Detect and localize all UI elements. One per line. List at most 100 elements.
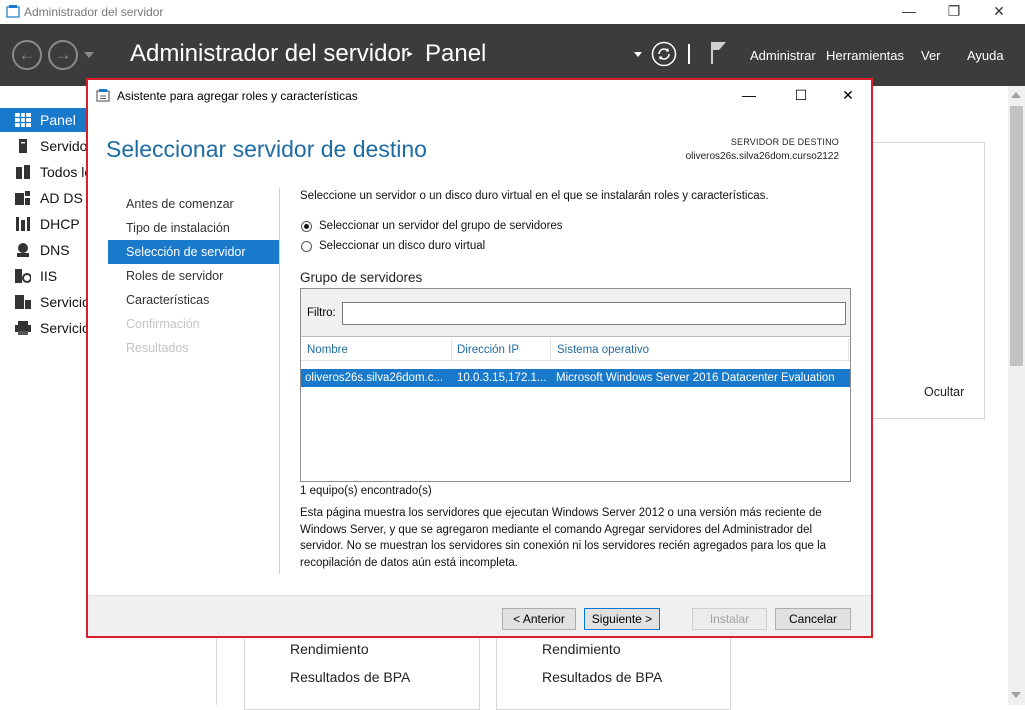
tile-left-rendimiento[interactable]: Rendimiento — [290, 641, 369, 657]
dns-icon — [17, 243, 29, 257]
scrollbar-thumb[interactable] — [1010, 106, 1023, 366]
minimize-icon: — — [742, 87, 756, 103]
step-antes-de-comenzar[interactable]: Antes de comenzar — [108, 192, 279, 216]
radio-virtual-disk-label[interactable]: Seleccionar un disco duro virtual — [319, 240, 485, 252]
tile-right-rendimiento[interactable]: Rendimiento — [542, 641, 621, 657]
column-separator[interactable] — [451, 339, 452, 361]
grid-column-headers: Nombre Dirección IP Sistema operativo — [301, 339, 850, 361]
tiles-divider — [216, 638, 217, 705]
sidebar-item-todos-servidores[interactable]: Todos los servidores — [0, 160, 168, 184]
servers-icon — [16, 165, 30, 179]
header-divider — [688, 44, 690, 64]
column-separator — [848, 339, 849, 361]
forward-button[interactable]: → — [48, 40, 78, 70]
dhcp-icon — [16, 217, 30, 231]
step-tipo-instalacion[interactable]: Tipo de instalación — [108, 216, 279, 240]
destination-server-value: oliveros26s.silva26dom.curso2122 — [685, 151, 839, 162]
breadcrumb-location[interactable]: Panel — [425, 40, 486, 68]
cell-server-name: oliveros26s.silva26dom.c... — [305, 372, 444, 384]
column-header-ip[interactable]: Dirección IP — [457, 344, 519, 356]
forward-icon: → — [54, 45, 72, 64]
breadcrumb-separator-icon: ‣ — [405, 47, 415, 64]
server-manager-app-icon — [6, 5, 20, 18]
filter-label: Filtro: — [307, 307, 336, 319]
table-row[interactable]: oliveros26s.silva26dom.c... 10.0.3.15,17… — [301, 369, 850, 387]
cell-operating-system: Microsoft Windows Server 2016 Datacenter… — [556, 372, 835, 384]
menu-ayuda[interactable]: Ayuda — [967, 48, 1004, 63]
back-icon: ← — [18, 45, 36, 64]
radio-server-pool-label[interactable]: Seleccionar un servidor del grupo de ser… — [319, 220, 563, 232]
filter-input[interactable] — [342, 302, 846, 325]
sidebar-item-iis[interactable]: IIS — [0, 264, 88, 288]
wizard-footer: < Anterior Siguiente > Instalar Cancelar — [88, 595, 871, 636]
sidebar-item-dhcp[interactable]: DHCP — [0, 212, 88, 236]
menu-ver[interactable]: Ver — [921, 48, 941, 63]
sidebar-item-panel[interactable]: Panel — [0, 108, 88, 132]
back-button[interactable]: ← — [12, 40, 42, 70]
window-restore-button[interactable]: ❐ — [931, 0, 977, 24]
wizard-heading: Seleccionar servidor de destino — [106, 136, 427, 162]
menu-administrar[interactable]: Administrar — [750, 48, 816, 63]
column-header-nombre[interactable]: Nombre — [307, 344, 348, 356]
sidebar-item-servicios-impresion[interactable]: Servicios de impresión — [0, 316, 181, 340]
tile-right: Rendimiento Resultados de BPA — [496, 630, 731, 710]
step-roles-servidor[interactable]: Roles de servidor — [108, 264, 279, 288]
column-header-so[interactable]: Sistema operativo — [557, 344, 649, 356]
dashboard-icon — [15, 113, 31, 127]
window-titlebar: Administrador del servidor — ❐ ✕ — [0, 0, 1025, 24]
radio-virtual-disk[interactable] — [301, 241, 312, 252]
cell-ip-address: 10.0.3.15,172.1... — [457, 372, 547, 384]
restore-icon: ❐ — [947, 3, 961, 19]
wizard-app-icon — [96, 89, 110, 102]
refresh-icon[interactable] — [651, 41, 677, 67]
flag-icon[interactable] — [709, 41, 729, 65]
previous-button[interactable]: < Anterior — [502, 608, 576, 630]
sidebar-item-servidor-local[interactable]: Servidor local — [0, 134, 125, 158]
main-scrollbar[interactable] — [1008, 86, 1025, 705]
iis-icon — [15, 269, 31, 283]
tile-right-bpa[interactable]: Resultados de BPA — [542, 669, 662, 685]
step-caracteristicas[interactable]: Características — [108, 288, 279, 312]
radio-server-pool[interactable] — [301, 221, 312, 232]
dialog-titlebar: Asistente para agregar roles y caracterí… — [88, 80, 871, 110]
file-services-icon — [15, 295, 31, 309]
servers-found-count: 1 equipo(s) encontrado(s) — [300, 485, 432, 497]
sidebar: Panel Servidor local Todos los servidore… — [0, 108, 181, 348]
dialog-title: Asistente para agregar roles y caracterí… — [117, 89, 358, 103]
window-close-button[interactable]: ✕ — [976, 0, 1022, 24]
maximize-icon: ☐ — [794, 87, 808, 103]
cancel-button[interactable]: Cancelar — [775, 608, 851, 630]
column-separator[interactable] — [550, 339, 551, 361]
tile-left: Rendimiento Resultados de BPA — [244, 630, 480, 710]
close-icon: ✕ — [842, 87, 854, 103]
server-pool-note: Esta página muestra los servidores que e… — [300, 507, 827, 569]
sidebar-item-dns[interactable]: DNS — [0, 238, 88, 262]
window-minimize-button[interactable]: — — [886, 0, 932, 24]
scroll-down-icon[interactable] — [1011, 692, 1021, 698]
print-services-icon — [15, 321, 31, 335]
scroll-up-icon[interactable] — [1011, 92, 1021, 98]
destination-server-label: SERVIDOR DE DESTINO — [730, 137, 839, 147]
history-dropdown-icon[interactable] — [84, 52, 94, 58]
hide-link[interactable]: Ocultar — [924, 385, 964, 399]
dialog-minimize-button[interactable]: — — [726, 84, 772, 108]
steps-divider — [279, 188, 280, 574]
dialog-close-button[interactable]: ✕ — [825, 84, 871, 108]
dialog-maximize-button[interactable]: ☐ — [778, 84, 824, 108]
page-title: Administrador del servidor — [130, 40, 409, 67]
server-pool-title: Grupo de servidores — [300, 270, 423, 285]
tile-left-bpa[interactable]: Resultados de BPA — [290, 669, 410, 685]
ad-ds-icon — [15, 191, 30, 205]
menu-herramientas[interactable]: Herramientas — [826, 48, 904, 63]
server-pool-grid: Filtro: Nombre Dirección IP Sistema oper… — [300, 288, 851, 482]
app-header: ← → Administrador del servidor ‣ Panel A… — [0, 24, 1025, 86]
refresh-dropdown-icon[interactable] — [634, 52, 642, 57]
add-roles-wizard-dialog: Asistente para agregar roles y caracterí… — [86, 78, 873, 638]
sidebar-item-ad-ds[interactable]: AD DS — [0, 186, 88, 210]
sidebar-item-servicios-archivos[interactable]: Servicios de archivos — [0, 290, 172, 314]
install-button: Instalar — [692, 608, 767, 630]
step-seleccion-servidor[interactable]: Selección de servidor — [108, 240, 279, 264]
minimize-icon: — — [902, 3, 916, 19]
step-resultados: Resultados — [126, 341, 189, 355]
next-button[interactable]: Siguiente > — [584, 608, 660, 630]
